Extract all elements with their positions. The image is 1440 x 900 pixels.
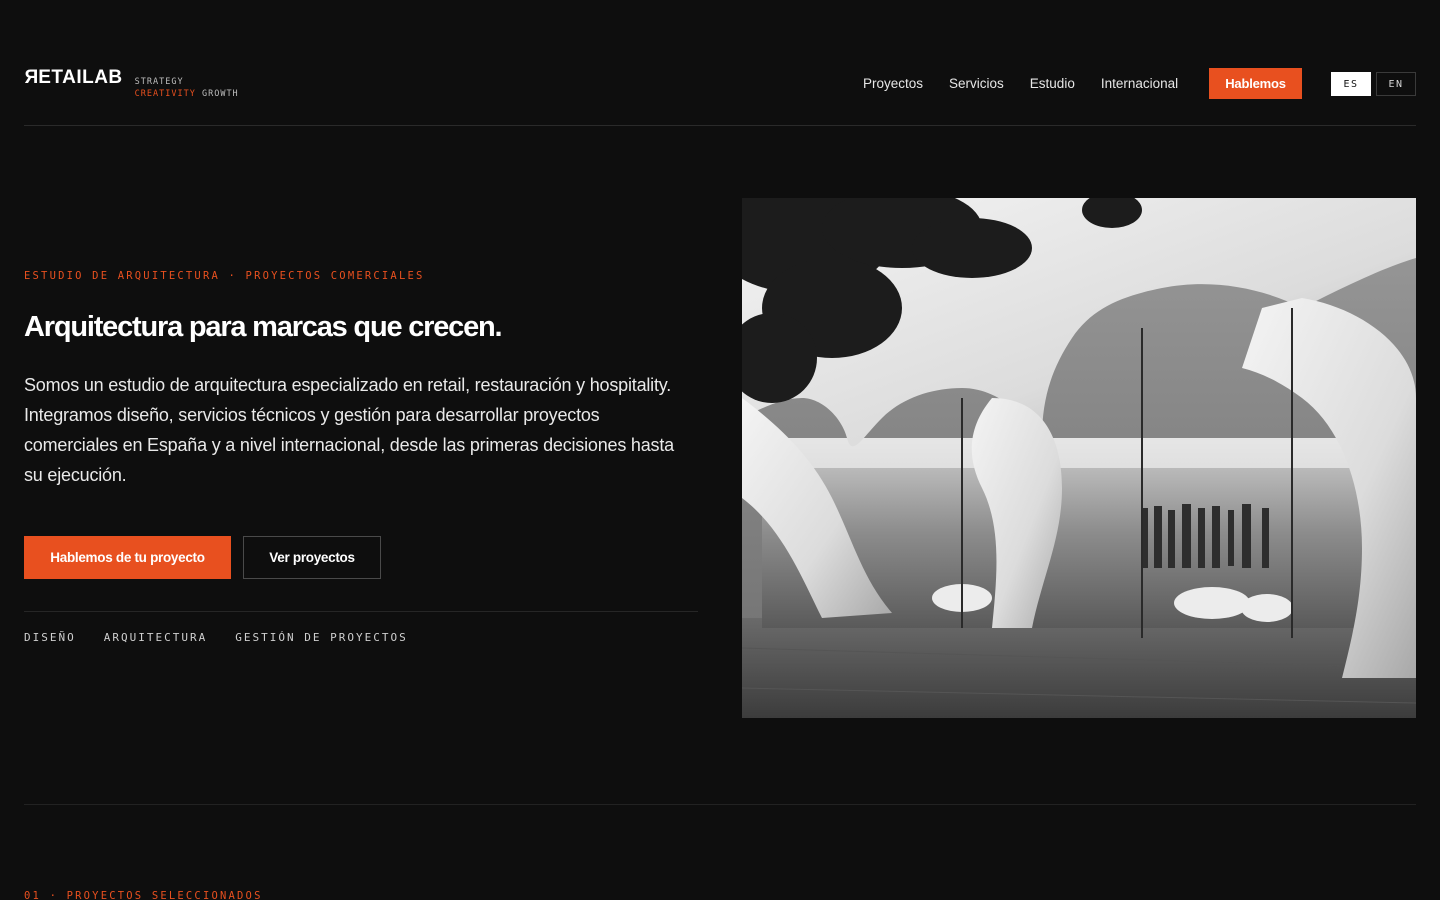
hero-headline: Arquitectura para marcas que crecen. [24, 311, 503, 343]
view-projects-button[interactable]: Ver proyectos [243, 536, 381, 579]
page: RETAILAB STRATEGY CREATIVITY GROWTH Proy… [0, 0, 1440, 900]
nav-item-internacional[interactable]: Internacional [1101, 76, 1178, 92]
logo-mirrored-letter: R [24, 67, 39, 88]
tagline-line-1: STRATEGY [134, 77, 184, 87]
logo-text: ETAILAB [38, 67, 123, 88]
tagline-rest: GROWTH [201, 89, 239, 99]
service-item-diseno: DISEÑO [24, 631, 76, 644]
brand[interactable]: RETAILAB STRATEGY CREATIVITY GROWTH [24, 67, 239, 100]
language-en-button[interactable]: EN [1376, 72, 1416, 96]
section-label-projects: 01 · PROYECTOS SELECCIONADOS [24, 890, 263, 900]
services-list: DISEÑO ARQUITECTURA GESTIÓN DE PROYECTOS [24, 631, 436, 644]
hero-eyebrow: ESTUDIO DE ARQUITECTURA · PROYECTOS COME… [24, 270, 425, 282]
brand-tagline: STRATEGY CREATIVITY GROWTH [135, 76, 239, 100]
service-item-gestion: GESTIÓN DE PROYECTOS [235, 631, 408, 644]
nav-item-proyectos[interactable]: Proyectos [863, 76, 923, 92]
hero-storefront-image [742, 198, 1416, 718]
hero-divider [24, 611, 698, 612]
talk-project-button[interactable]: Hablemos de tu proyecto [24, 536, 231, 579]
contact-button[interactable]: Hablemos [1209, 68, 1302, 99]
service-item-arquitectura: ARQUITECTURA [103, 631, 208, 644]
tagline-accent: CREATIVITY [134, 89, 196, 99]
tagline-line-2: CREATIVITY GROWTH [135, 88, 239, 100]
storefront-illustration [742, 198, 1416, 718]
hero-lead: Somos un estudio de arquitectura especia… [24, 375, 674, 485]
nav-item-estudio[interactable]: Estudio [1030, 76, 1075, 92]
main-nav: Proyectos Servicios Estudio Internaciona… [863, 76, 1178, 92]
section-divider [24, 804, 1416, 805]
nav-item-servicios[interactable]: Servicios [949, 76, 1004, 92]
header-divider [24, 125, 1416, 126]
language-es-button[interactable]: ES [1331, 72, 1371, 96]
logo[interactable]: RETAILAB [24, 67, 123, 88]
